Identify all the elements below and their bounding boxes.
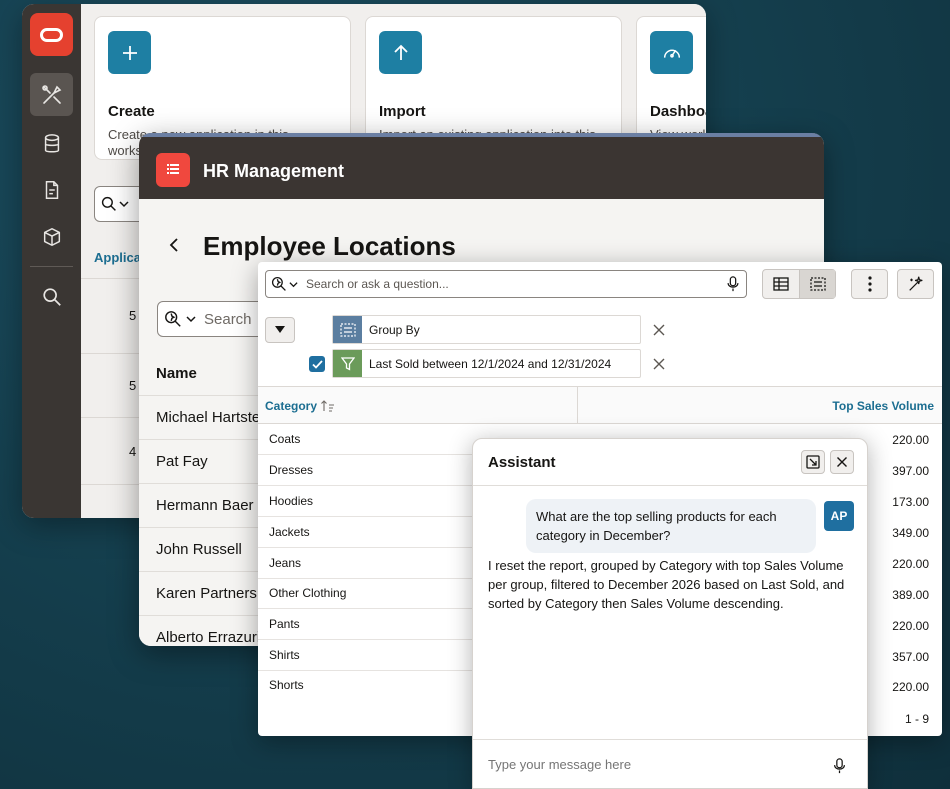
- volume-cell: 173.00: [892, 495, 929, 509]
- plus-icon: [108, 31, 151, 74]
- volume-cell: 220.00: [892, 557, 929, 571]
- volume-cell: 220.00: [892, 680, 929, 694]
- close-icon[interactable]: [830, 450, 854, 474]
- ai-assistant-icon[interactable]: [897, 269, 934, 299]
- volume-column-header[interactable]: Top Sales Volume: [832, 399, 934, 413]
- column-label: Category: [265, 399, 318, 413]
- group-by-icon: [333, 316, 362, 343]
- table-view-icon[interactable]: [763, 270, 799, 298]
- row-number: 5: [129, 378, 137, 393]
- microphone-icon[interactable]: [726, 276, 740, 292]
- message-input[interactable]: [488, 757, 808, 772]
- volume-cell: 220.00: [892, 433, 929, 447]
- gauge-icon: [650, 31, 693, 74]
- date-filter[interactable]: Last Sold between 12/1/2024 and 12/31/20…: [332, 349, 641, 378]
- volume-cell: 397.00: [892, 464, 929, 478]
- chevron-down-icon: [186, 316, 196, 323]
- apply-to-report-icon[interactable]: [801, 450, 825, 474]
- chevron-down-icon: [289, 281, 298, 287]
- sort-ascending-icon: [321, 400, 335, 412]
- volume-cell: 357.00: [892, 650, 929, 664]
- name-column-header[interactable]: Name: [156, 365, 197, 382]
- avatar: AP: [824, 501, 854, 531]
- back-icon[interactable]: [165, 235, 185, 255]
- remove-filter-icon[interactable]: [652, 357, 666, 371]
- database-icon[interactable]: [30, 122, 73, 165]
- ai-search-icon: [165, 311, 181, 327]
- category-column-header[interactable]: Category: [265, 399, 335, 413]
- arrow-up-icon: [379, 31, 422, 74]
- assistant-panel: Assistant What are the top selling produ…: [472, 438, 868, 789]
- funnel-icon: [333, 350, 362, 377]
- search-placeholder: Search or ask a question...: [306, 277, 449, 291]
- card-title: Create: [108, 103, 155, 120]
- report-search-input[interactable]: Search or ask a question...: [265, 270, 747, 298]
- app-builder-icon[interactable]: [30, 73, 73, 116]
- filter-enabled-checkbox[interactable]: [309, 356, 325, 372]
- card-title: Import: [379, 103, 426, 120]
- group-by-view-icon[interactable]: [799, 270, 835, 298]
- filter-label: Group By: [369, 322, 420, 337]
- volume-cell: 389.00: [892, 588, 929, 602]
- remove-group-by-icon[interactable]: [652, 323, 666, 337]
- row-number: 5: [129, 308, 137, 323]
- app-logo-icon[interactable]: [156, 153, 190, 187]
- collapse-filters-button[interactable]: [265, 317, 295, 343]
- user-message: What are the top selling products for ea…: [526, 499, 816, 553]
- side-nav: [22, 4, 81, 518]
- microphone-icon[interactable]: [833, 758, 846, 774]
- pagination: 1 - 9: [904, 712, 929, 726]
- page-title: Employee Locations: [203, 231, 456, 261]
- row-number: 4: [129, 444, 137, 459]
- chevron-down-icon: [119, 201, 129, 208]
- volume-cell: 349.00: [892, 526, 929, 540]
- group-by-filter[interactable]: Group By: [332, 315, 641, 344]
- gallery-icon[interactable]: [30, 215, 73, 258]
- search-icon: [101, 196, 116, 211]
- search-icon[interactable]: [30, 275, 73, 318]
- app-title: HR Management: [203, 161, 345, 181]
- app-header: HR Management: [139, 133, 824, 199]
- oracle-logo[interactable]: [30, 13, 73, 56]
- assistant-title: Assistant: [488, 454, 556, 471]
- card-title: Dashboard: [650, 103, 706, 120]
- filter-label: Last Sold between 12/1/2024 and 12/31/20…: [369, 356, 612, 371]
- more-actions-icon[interactable]: [851, 269, 888, 299]
- ai-search-icon: [271, 276, 286, 291]
- assistant-response: I reset the report, grouped by Category …: [488, 558, 845, 611]
- volume-cell: 220.00: [892, 619, 929, 633]
- view-toggle: [762, 269, 836, 299]
- sql-workshop-icon[interactable]: [30, 168, 73, 211]
- search-placeholder: Search: [204, 310, 252, 328]
